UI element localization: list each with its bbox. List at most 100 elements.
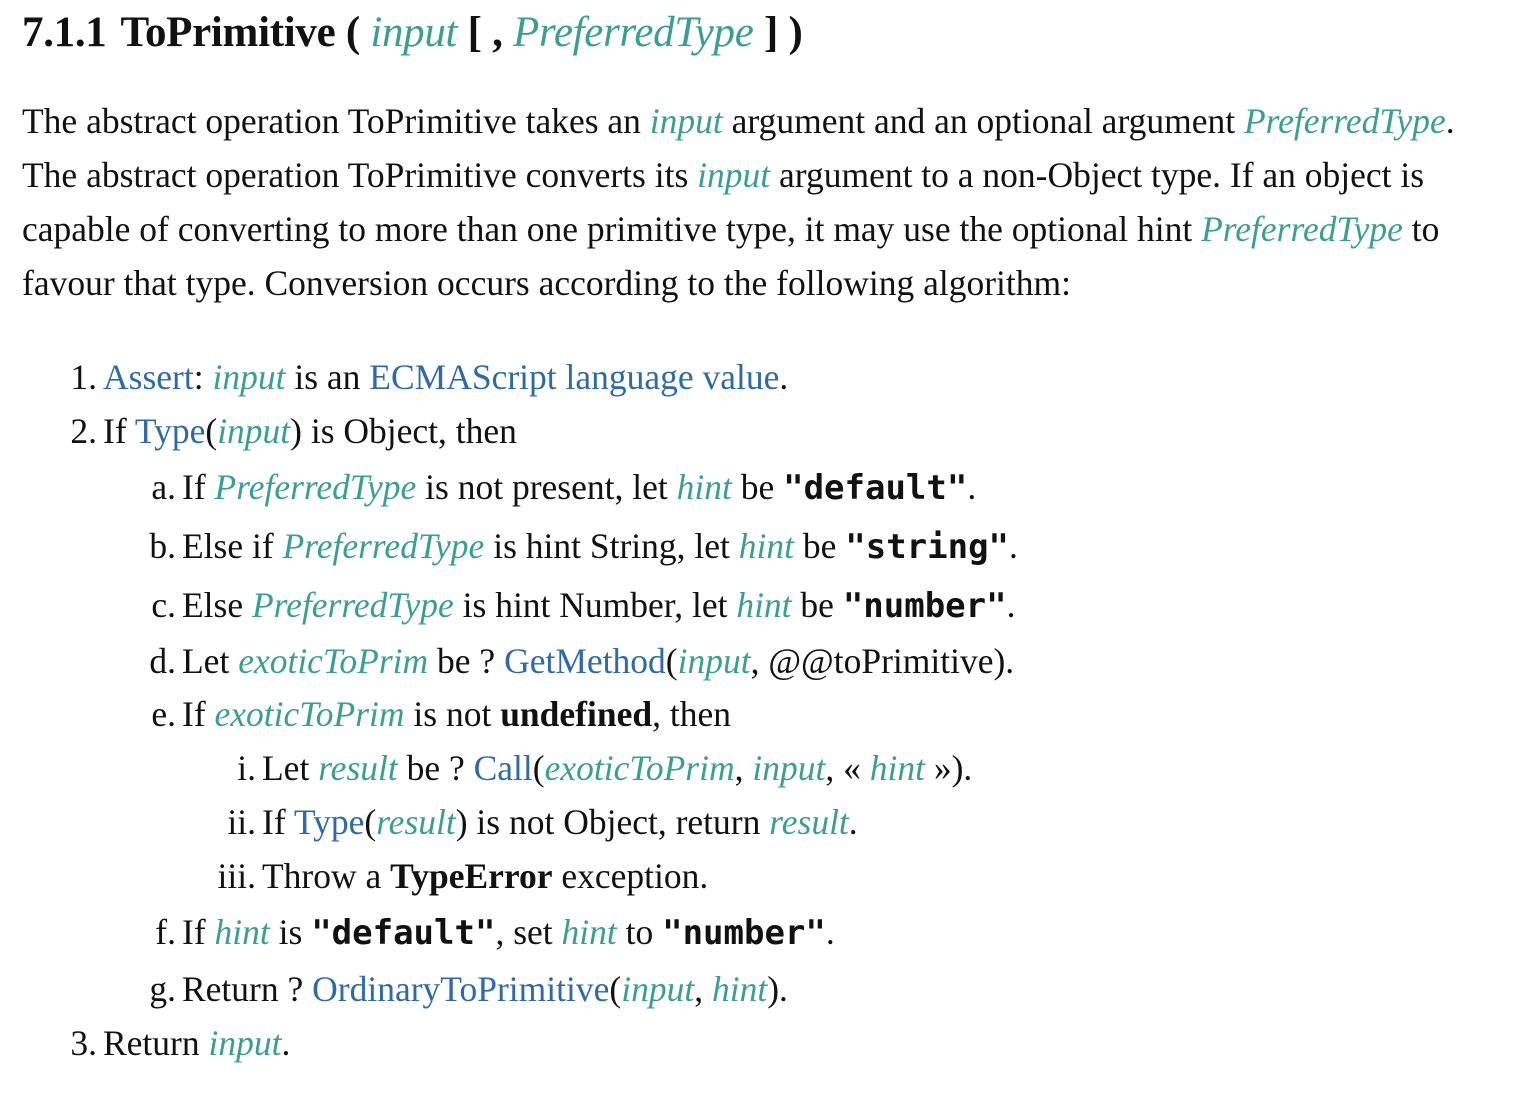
link-type[interactable]: Type xyxy=(135,411,205,451)
text: If xyxy=(182,694,215,734)
variable-input[interactable]: input xyxy=(697,155,770,195)
intro-paragraph: The abstract operation ToPrimitive takes… xyxy=(22,94,1502,310)
operation-name: ToPrimitive xyxy=(120,9,336,56)
text: is hint Number, let xyxy=(453,585,737,625)
step-marker: a. xyxy=(151,467,176,507)
text: . xyxy=(825,912,835,952)
text: Return xyxy=(103,1023,209,1063)
step-2: 2. If Type(input) is Object, then xyxy=(22,404,1530,458)
text: is not present, let xyxy=(416,467,677,507)
step-marker: d. xyxy=(149,641,176,681)
text: ( xyxy=(532,748,545,788)
step-marker: e. xyxy=(151,694,176,734)
variable-preferred-type[interactable]: PreferredType xyxy=(1201,209,1403,249)
variable-preferred-type[interactable]: PreferredType xyxy=(1244,101,1446,141)
text: be ? xyxy=(397,748,474,788)
text: ) is not Object, return xyxy=(455,802,770,842)
text: ( xyxy=(609,969,622,1009)
string-literal: "string" xyxy=(845,527,1010,567)
text: is hint String, let xyxy=(484,526,739,566)
variable-input[interactable]: input xyxy=(678,641,751,681)
variable-result[interactable]: result xyxy=(376,802,456,842)
step-marker: c. xyxy=(151,585,176,625)
variable-input[interactable]: input xyxy=(212,357,285,397)
value-undefined: undefined xyxy=(500,694,653,734)
step-marker: b. xyxy=(149,526,176,566)
link-getmethod[interactable]: GetMethod xyxy=(504,641,666,681)
text: If xyxy=(262,802,294,842)
link-type[interactable]: Type xyxy=(294,802,364,842)
variable-preferred-type[interactable]: PreferredType xyxy=(252,585,454,625)
text: , xyxy=(694,969,712,1009)
text: ( xyxy=(205,411,218,451)
variable-hint[interactable]: hint xyxy=(712,969,767,1009)
variable-exotic-to-prim[interactable]: exoticToPrim xyxy=(215,694,405,734)
text: , then xyxy=(652,694,731,734)
text: exception. xyxy=(552,856,709,896)
section-heading: 7.1.1 ToPrimitive ( input [ , PreferredTy… xyxy=(22,0,1530,60)
link-ordinarytoprimitive[interactable]: OrdinaryToPrimitive xyxy=(312,969,609,1009)
step-2e-i: i. Let result be ? Call(exoticToPrim, inp… xyxy=(22,741,1530,795)
text: Else xyxy=(182,585,252,625)
variable-input[interactable]: input xyxy=(752,748,825,788)
text: If xyxy=(103,411,135,451)
link-ecmascript-language-value[interactable]: ECMAScript language value xyxy=(369,357,779,397)
variable-preferred-type[interactable]: PreferredType xyxy=(283,526,485,566)
variable-input[interactable]: input xyxy=(217,411,290,451)
optional-bracket-open: [ , xyxy=(467,9,503,56)
text: is an xyxy=(285,357,370,397)
variable-exotic-to-prim[interactable]: exoticToPrim xyxy=(238,641,428,681)
text: Let xyxy=(262,748,319,788)
text: ) is Object, then xyxy=(290,411,517,451)
text: be xyxy=(791,585,843,625)
text: »). xyxy=(924,748,973,788)
step-2b: b. Else if PreferredType is hint String, … xyxy=(22,517,1530,576)
step-marker: f. xyxy=(155,912,176,952)
string-literal: "default" xyxy=(311,913,496,953)
link-assert[interactable]: Assert xyxy=(103,357,194,397)
text: , xyxy=(734,748,753,788)
param-preferred-type[interactable]: PreferredType xyxy=(513,9,754,56)
step-3: 3. Return input. xyxy=(22,1016,1530,1070)
step-marker: ii. xyxy=(227,802,256,842)
variable-hint[interactable]: hint xyxy=(562,912,617,952)
variable-exotic-to-prim[interactable]: exoticToPrim xyxy=(545,748,735,788)
string-literal: "number" xyxy=(842,586,1007,626)
variable-result[interactable]: result xyxy=(769,802,849,842)
step-2e-iii: iii. Throw a TypeError exception. xyxy=(22,849,1530,903)
step-marker: g. xyxy=(149,969,176,1009)
text: The abstract operation ToPrimitive takes… xyxy=(22,101,650,141)
variable-preferred-type[interactable]: PreferredType xyxy=(215,467,417,507)
step-marker: i. xyxy=(237,748,256,788)
value-typeerror: TypeError xyxy=(390,856,553,896)
step-2e: e. If exoticToPrim is not undefined, then xyxy=(22,687,1530,741)
section-number: 7.1.1 xyxy=(22,9,107,56)
variable-input[interactable]: input xyxy=(209,1023,282,1063)
step-1: 1. Assert: input is an ECMAScript languag… xyxy=(22,350,1530,404)
spec-section: 7.1.1 ToPrimitive ( input [ , PreferredTy… xyxy=(0,0,1530,1070)
variable-hint[interactable]: hint xyxy=(870,748,925,788)
text: If xyxy=(182,912,215,952)
text: ( xyxy=(665,641,678,681)
step-2d: d. Let exoticToPrim be ? GetMethod(input,… xyxy=(22,635,1530,687)
variable-input[interactable]: input xyxy=(650,101,723,141)
text: be xyxy=(794,526,846,566)
step-2a: a. If PreferredType is not present, let h… xyxy=(22,458,1530,517)
variable-hint[interactable]: hint xyxy=(215,912,270,952)
variable-input[interactable]: input xyxy=(621,969,694,1009)
paren-open: ( xyxy=(345,9,360,56)
string-literal: "default" xyxy=(783,468,968,508)
link-call[interactable]: Call xyxy=(474,748,533,788)
variable-hint[interactable]: hint xyxy=(736,585,791,625)
text: . xyxy=(1006,585,1016,625)
step-2g: g. Return ? OrdinaryToPrimitive(input, hi… xyxy=(22,962,1530,1016)
variable-hint[interactable]: hint xyxy=(677,467,732,507)
text: be xyxy=(731,467,784,507)
string-literal: "number" xyxy=(662,913,826,953)
variable-hint[interactable]: hint xyxy=(739,526,794,566)
text: , set xyxy=(495,912,562,952)
param-input[interactable]: input xyxy=(370,9,457,56)
variable-result[interactable]: result xyxy=(318,748,398,788)
text: . xyxy=(779,357,789,397)
text: Let xyxy=(182,641,239,681)
